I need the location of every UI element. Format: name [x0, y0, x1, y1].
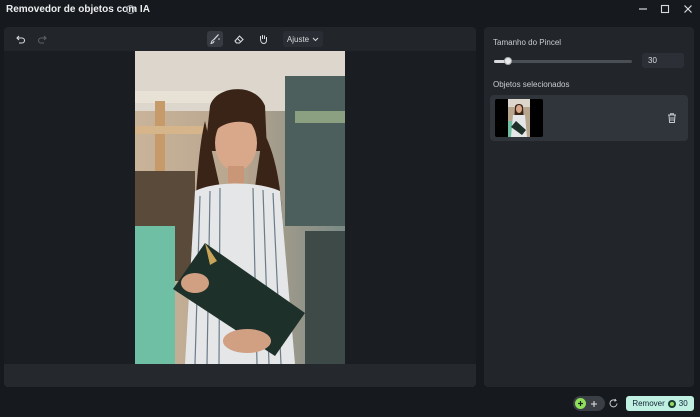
- chevron-down-icon: [312, 37, 319, 41]
- image-canvas[interactable]: [4, 51, 476, 364]
- hand-icon: [260, 35, 267, 45]
- eraser-tool-button[interactable]: [231, 31, 247, 47]
- remove-button[interactable]: Remover 30: [626, 396, 694, 411]
- credit-icon: [667, 399, 676, 408]
- settings-panel: Tamanho do Pincel 30 Objetos selecionado…: [484, 27, 694, 387]
- brush-size-input[interactable]: 30: [642, 53, 684, 68]
- minimize-icon: [639, 8, 647, 10]
- brush-size-label: Tamanho do Pincel: [493, 38, 562, 47]
- photo-woman-with-bag[interactable]: [135, 51, 345, 364]
- help-icon[interactable]: ?: [126, 5, 135, 14]
- title-bar: Removedor de objetos com IA ?: [0, 0, 700, 20]
- redo-icon: [37, 35, 47, 44]
- undo-button[interactable]: [12, 31, 28, 47]
- undo-icon: [16, 35, 26, 44]
- trash-icon[interactable]: [666, 112, 678, 124]
- maximize-button[interactable]: [659, 3, 671, 15]
- add-mode-toggle[interactable]: [573, 396, 605, 411]
- brush-icon: [210, 34, 220, 45]
- footer-bar: Remover 30: [0, 392, 700, 417]
- selected-object-item[interactable]: [490, 95, 688, 141]
- slider-thumb[interactable]: [503, 57, 512, 65]
- editor-bottom-bar: [4, 364, 476, 387]
- brush-size-slider[interactable]: [494, 57, 632, 65]
- brush-tool-button[interactable]: [207, 31, 223, 47]
- selected-object-thumbnail: [495, 99, 543, 137]
- minimize-button[interactable]: [637, 3, 649, 15]
- editor-toolbar: Ajuste: [4, 27, 476, 51]
- redo-button[interactable]: [35, 31, 51, 47]
- credit-count: 30: [678, 399, 688, 408]
- adjust-dropdown[interactable]: Ajuste: [283, 31, 323, 47]
- remove-label: Remover: [632, 399, 665, 408]
- adjust-label: Ajuste: [286, 34, 310, 44]
- close-button[interactable]: [682, 3, 694, 15]
- add-dot-icon: [575, 398, 586, 409]
- plus-icon: [591, 400, 597, 407]
- selected-objects-label: Objetos selecionados: [493, 80, 570, 89]
- editor-panel: Ajuste: [4, 27, 476, 387]
- refresh-icon[interactable]: [608, 398, 619, 409]
- maximize-icon: [660, 4, 670, 14]
- eraser-icon: [234, 35, 244, 44]
- close-icon: [684, 5, 692, 13]
- hand-tool-button[interactable]: [255, 31, 271, 47]
